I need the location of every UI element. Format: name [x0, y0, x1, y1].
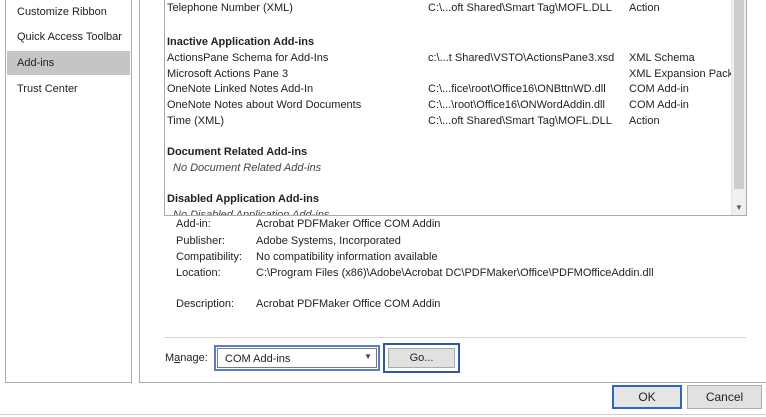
detail-value: Acrobat PDFMaker Office COM Addin [256, 298, 441, 310]
empty-note-disabled: No Disabled Application Add-ins [173, 209, 330, 215]
detail-value: No compatibility information available [256, 251, 438, 263]
detail-label: Location: [176, 267, 221, 279]
addin-name: Time (XML) [167, 115, 225, 127]
addin-location: C:\...oft Shared\Smart Tag\MOFL.DLL [428, 115, 612, 127]
addin-name: Microsoft Actions Pane 3 [167, 68, 289, 80]
go-button-label: Go... [388, 348, 455, 368]
addin-name: OneNote Linked Notes Add-In [167, 83, 314, 95]
manage-select-value: COM Add-ins [225, 353, 291, 365]
addin-type: XML Expansion Pack [629, 68, 732, 80]
detail-label: Compatibility: [176, 251, 243, 263]
divider [164, 337, 746, 338]
addin-location: C:\...fice\root\Office16\ONBttnWD.dll [428, 83, 606, 95]
group-header-document: Document Related Add-ins [167, 146, 308, 158]
manage-select[interactable]: COM Add-ins ▼ [214, 345, 380, 371]
ok-button[interactable]: OK [612, 385, 682, 409]
addin-location: C:\...\root\Office16\ONWordAddin.dll [428, 99, 605, 111]
detail-value: C:\Program Files (x86)\Adobe\Acrobat DC\… [256, 267, 654, 279]
chevron-down-icon: ▼ [364, 352, 372, 361]
detail-value: Adobe Systems, Incorporated [256, 235, 401, 247]
group-header-disabled: Disabled Application Add-ins [167, 193, 319, 205]
detail-label: Description: [176, 298, 235, 310]
scroll-down-arrow-icon[interactable]: ▼ [732, 200, 746, 215]
sidebar-item-quick-access-toolbar[interactable]: Quick Access Toolbar [7, 25, 130, 49]
addin-type: COM Add-in [629, 99, 689, 111]
addin-type: Action [629, 115, 660, 127]
scrollbar-thumb[interactable] [734, 0, 744, 189]
addin-name: Telephone Number (XML) [167, 2, 293, 14]
group-header-inactive: Inactive Application Add-ins [167, 36, 315, 48]
addin-location: C:\...oft Shared\Smart Tag\MOFL.DLL [428, 2, 612, 14]
addin-type: COM Add-in [629, 83, 689, 95]
addins-list[interactable]: Telephone Number (XML) C:\...oft Shared\… [164, 0, 747, 216]
dialog-bottom-edge [0, 414, 766, 415]
manage-label: Manage: [165, 352, 208, 364]
addin-location: c:\...t Shared\VSTO\ActionsPane3.xsd [428, 52, 615, 64]
sidebar-item-add-ins[interactable]: Add-ins [7, 51, 130, 75]
empty-note-document: No Document Related Add-ins [173, 162, 322, 174]
addin-name: ActionsPane Schema for Add-Ins [167, 52, 329, 64]
addin-name: OneNote Notes about Word Documents [167, 99, 362, 111]
options-sidebar: Customize Ribbon Quick Access Toolbar Ad… [5, 0, 132, 383]
addin-type: Action [629, 2, 660, 14]
sidebar-item-trust-center[interactable]: Trust Center [7, 77, 130, 101]
list-scrollbar[interactable]: ▼ [731, 0, 746, 215]
detail-label: Publisher: [176, 235, 225, 247]
detail-label: Add-in: [176, 218, 211, 230]
detail-value: Acrobat PDFMaker Office COM Addin [256, 218, 441, 230]
cancel-button[interactable]: Cancel [687, 385, 762, 409]
addin-type: XML Schema [629, 52, 695, 64]
go-button[interactable]: Go... [383, 343, 460, 373]
sidebar-item-customize-ribbon[interactable]: Customize Ribbon [7, 0, 130, 24]
